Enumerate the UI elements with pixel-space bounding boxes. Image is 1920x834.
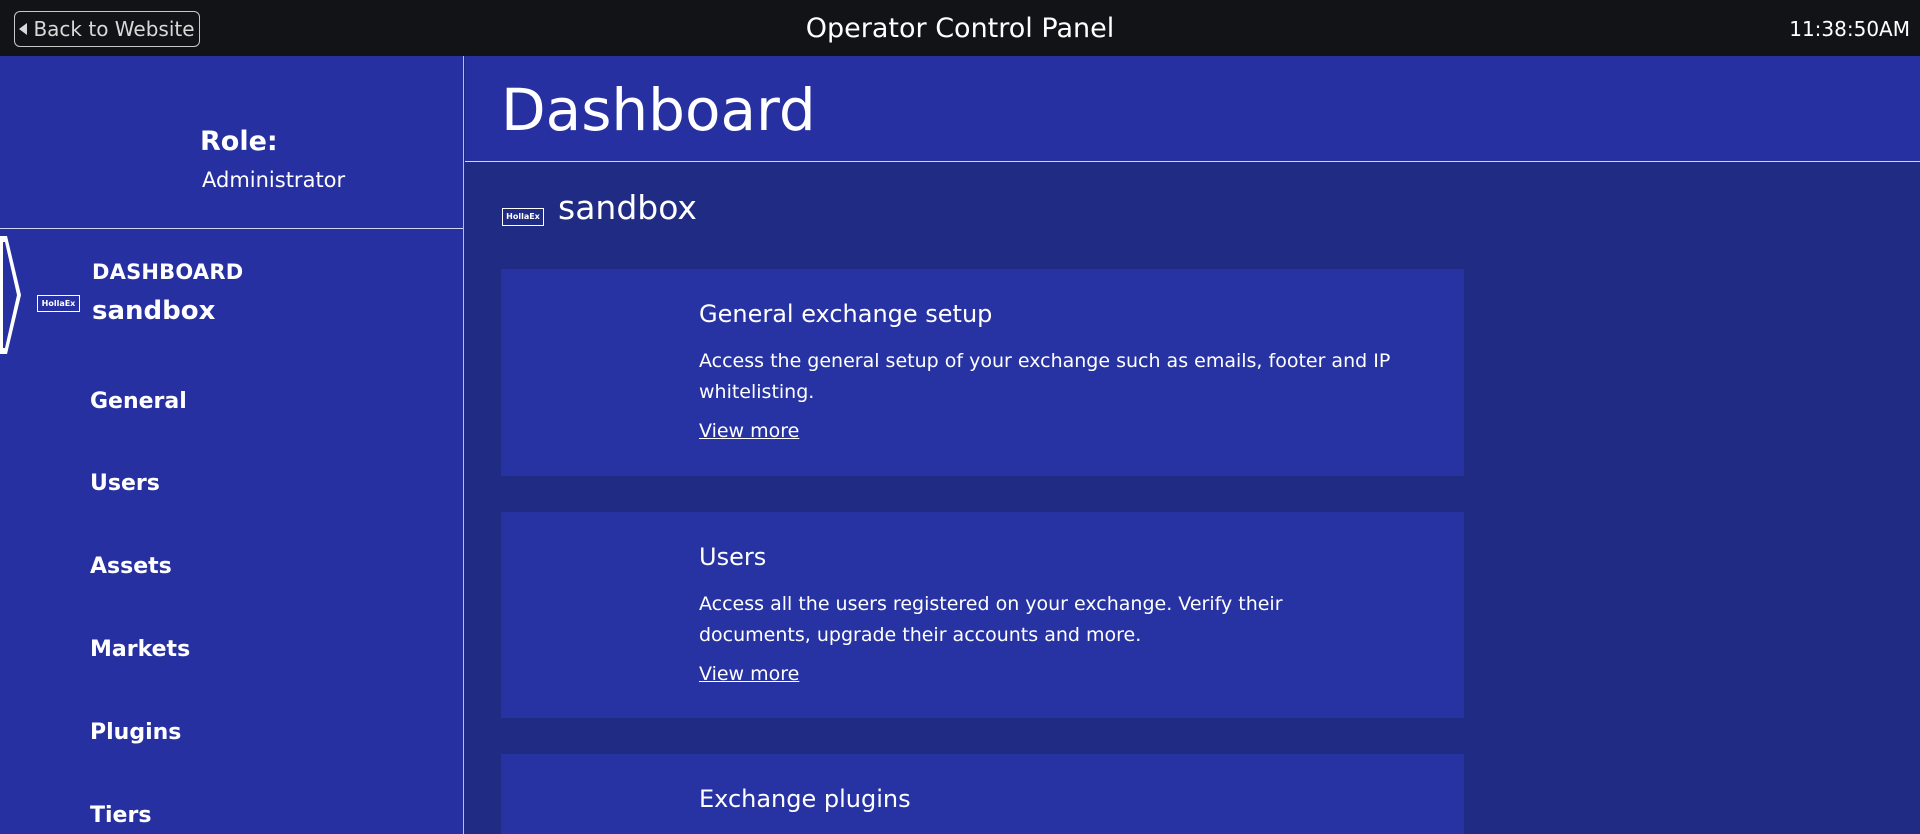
exchange-name: sandbox (558, 188, 697, 227)
card-description: Access all the users registered on your … (699, 593, 1283, 646)
hollaex-logo-text: HollaEx (41, 298, 76, 308)
sidebar-item-plugins[interactable]: Plugins (90, 720, 181, 745)
hollaex-logo-text: HollaEx (506, 212, 540, 221)
app-title: Operator Control Panel (805, 13, 1115, 44)
card-title: Exchange plugins (699, 785, 911, 813)
view-more-link[interactable]: View more (699, 420, 799, 442)
caret-left-icon (19, 23, 28, 35)
sidebar-item-users[interactable]: Users (90, 471, 160, 496)
sidebar-active-title: DASHBOARD (92, 260, 244, 284)
clock: 11:38:50AM (1789, 17, 1910, 41)
role-value: Administrator (202, 168, 346, 192)
sidebar-item-general[interactable]: General (90, 389, 187, 414)
role-label: Role: (200, 126, 278, 157)
hollaex-logo: HollaEx (502, 208, 544, 226)
top-bar: Back to Website Operator Control Panel 1… (0, 0, 1920, 56)
back-to-website-label: Back to Website (33, 17, 195, 41)
sidebar-item-tiers[interactable]: Tiers (90, 803, 151, 828)
card-users: Users Access all the users registered on… (501, 512, 1464, 718)
active-indicator-icon (0, 236, 21, 354)
back-to-website-button[interactable]: Back to Website (14, 11, 200, 47)
card-description: Access the general setup of your exchang… (699, 350, 1391, 403)
card-title: Users (699, 543, 767, 571)
card-title: General exchange setup (699, 300, 993, 328)
page-title: Dashboard (501, 76, 816, 144)
view-more-link[interactable]: View more (699, 663, 799, 685)
card-exchange-plugins: Exchange plugins (501, 754, 1464, 834)
sidebar-active-subtitle: sandbox (92, 296, 216, 326)
main-header: Dashboard (465, 56, 1920, 162)
card-general-setup: General exchange setup Access the genera… (501, 269, 1464, 476)
sidebar-item-assets[interactable]: Assets (90, 554, 172, 579)
hollaex-logo: HollaEx (37, 295, 80, 312)
sidebar-item-markets[interactable]: Markets (90, 637, 190, 662)
role-block: Role: Administrator (0, 56, 463, 229)
sidebar: Role: Administrator (0, 56, 464, 834)
